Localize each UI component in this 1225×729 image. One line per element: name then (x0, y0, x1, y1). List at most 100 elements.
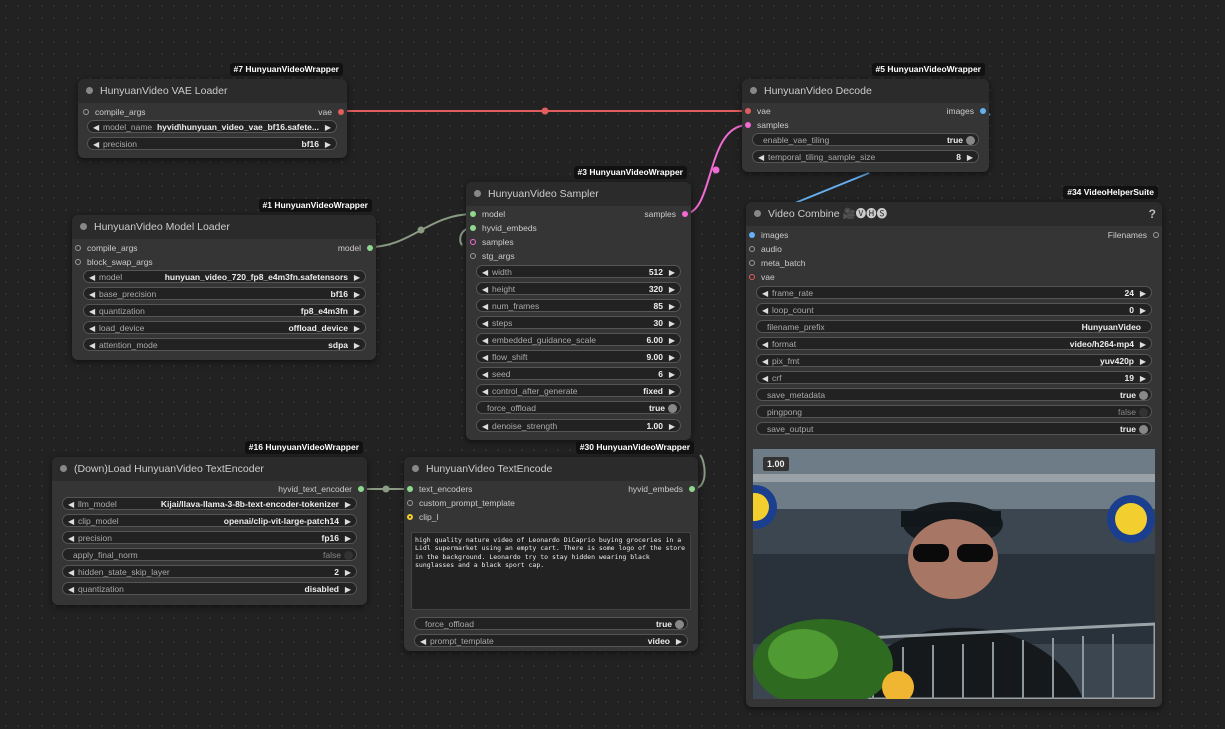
collapse-dot-icon[interactable] (412, 465, 419, 472)
increment-arrow-icon[interactable]: ▶ (1140, 304, 1146, 315)
collapse-dot-icon[interactable] (474, 190, 481, 197)
input-stg-args[interactable]: stg_args (470, 250, 515, 262)
increment-arrow-icon[interactable]: ▶ (669, 334, 675, 345)
input-slot-icon[interactable] (745, 122, 751, 128)
input-compile-args[interactable]: compile_args (75, 242, 138, 254)
decrement-arrow-icon[interactable]: ◀ (482, 385, 488, 396)
increment-arrow-icon[interactable]: ▶ (967, 151, 973, 162)
increment-arrow-icon[interactable]: ▶ (354, 339, 360, 350)
output-slot-icon[interactable] (689, 486, 695, 492)
toggle-knob-icon[interactable] (1139, 391, 1148, 400)
output-images[interactable]: images (947, 105, 986, 117)
increment-arrow-icon[interactable]: ▶ (669, 368, 675, 379)
widget-width[interactable]: ◀ width 512 ▶ (476, 265, 681, 278)
output-hyvid-text-encoder[interactable]: hyvid_text_encoder (278, 483, 364, 495)
decrement-arrow-icon[interactable]: ◀ (89, 305, 95, 316)
decrement-arrow-icon[interactable]: ◀ (762, 287, 768, 298)
increment-arrow-icon[interactable]: ▶ (669, 385, 675, 396)
decrement-arrow-icon[interactable]: ◀ (420, 635, 426, 646)
decrement-arrow-icon[interactable]: ◀ (762, 372, 768, 383)
widget-num-frames[interactable]: ◀ num_frames 85 ▶ (476, 299, 681, 312)
decrement-arrow-icon[interactable]: ◀ (482, 334, 488, 345)
node-text-encoder-loader[interactable]: #16 HunyuanVideoWrapper (Down)Load Hunyu… (52, 441, 367, 605)
decrement-arrow-icon[interactable]: ◀ (482, 266, 488, 277)
input-compile-args[interactable]: compile_args (83, 106, 146, 118)
input-model[interactable]: model (470, 208, 505, 220)
decrement-arrow-icon[interactable]: ◀ (482, 368, 488, 379)
collapse-dot-icon[interactable] (750, 87, 757, 94)
collapse-dot-icon[interactable] (60, 465, 67, 472)
decrement-arrow-icon[interactable]: ◀ (68, 532, 74, 543)
widget-denoise-strength[interactable]: ◀ denoise_strength 1.00 ▶ (476, 419, 681, 432)
input-slot-icon[interactable] (83, 109, 89, 115)
increment-arrow-icon[interactable]: ▶ (354, 322, 360, 333)
widget-temporal-tiling-sample-size[interactable]: ◀ temporal_tiling_sample_size 8 ▶ (752, 150, 979, 163)
collapse-dot-icon[interactable] (80, 223, 87, 230)
node-decode[interactable]: #5 HunyuanVideoWrapper HunyuanVideo Deco… (742, 63, 989, 172)
input-slot-icon[interactable] (407, 500, 413, 506)
increment-arrow-icon[interactable]: ▶ (345, 532, 351, 543)
decrement-arrow-icon[interactable]: ◀ (93, 121, 99, 132)
widget-control-after-generate[interactable]: ◀ control_after_generate fixed ▶ (476, 384, 681, 397)
decrement-arrow-icon[interactable]: ◀ (68, 566, 74, 577)
widget-load-device[interactable]: ◀ load_device offload_device ▶ (83, 321, 366, 334)
decrement-arrow-icon[interactable]: ◀ (89, 339, 95, 350)
prompt-textarea[interactable]: high quality nature video of Leonardo Di… (411, 532, 691, 610)
input-block-swap-args[interactable]: block_swap_args (75, 256, 153, 268)
input-slot-icon[interactable] (75, 245, 81, 251)
widget-attention-mode[interactable]: ◀ attention_mode sdpa ▶ (83, 338, 366, 351)
increment-arrow-icon[interactable]: ▶ (354, 271, 360, 282)
widget-save-metadata[interactable]: save_metadata true (756, 388, 1152, 401)
node-title[interactable]: (Down)Load HunyuanVideo TextEncoder (52, 457, 367, 481)
increment-arrow-icon[interactable]: ▶ (669, 266, 675, 277)
decrement-arrow-icon[interactable]: ◀ (762, 355, 768, 366)
output-slot-icon[interactable] (358, 486, 364, 492)
output-hyvid-embeds[interactable]: hyvid_embeds (628, 483, 695, 495)
video-preview[interactable]: 1.00 (753, 449, 1155, 699)
toggle-knob-icon[interactable] (344, 551, 353, 560)
output-slot-icon[interactable] (682, 211, 688, 217)
increment-arrow-icon[interactable]: ▶ (325, 121, 331, 132)
decrement-arrow-icon[interactable]: ◀ (758, 151, 764, 162)
input-vae[interactable]: vae (749, 271, 775, 283)
increment-arrow-icon[interactable]: ▶ (669, 300, 675, 311)
widget-model-name[interactable]: ◀ model_name hyvid\hunyuan_video_vae_bf16.… (87, 120, 337, 133)
input-slot-icon[interactable] (749, 246, 755, 252)
input-slot-icon[interactable] (470, 253, 476, 259)
help-icon[interactable]: ? (1149, 202, 1156, 226)
input-slot-icon[interactable] (470, 211, 476, 217)
widget-save-output[interactable]: save_output true (756, 422, 1152, 435)
input-vae[interactable]: vae (745, 105, 771, 117)
node-text-encode[interactable]: #30 HunyuanVideoWrapper HunyuanVideo Tex… (404, 441, 698, 651)
widget-format[interactable]: ◀ format video/h264-mp4 ▶ (756, 337, 1152, 350)
widget-frame-rate[interactable]: ◀ frame_rate 24 ▶ (756, 286, 1152, 299)
toggle-knob-icon[interactable] (668, 404, 677, 413)
decrement-arrow-icon[interactable]: ◀ (482, 300, 488, 311)
decrement-arrow-icon[interactable]: ◀ (68, 515, 74, 526)
input-slot-icon[interactable] (749, 274, 755, 280)
input-slot-icon[interactable] (470, 239, 476, 245)
widget-force-offload[interactable]: force_offload true (476, 401, 681, 414)
node-sampler[interactable]: #3 HunyuanVideoWrapper HunyuanVideo Samp… (466, 166, 691, 440)
input-slot-icon[interactable] (470, 225, 476, 231)
increment-arrow-icon[interactable]: ▶ (354, 305, 360, 316)
node-title[interactable]: HunyuanVideo Decode (742, 79, 989, 103)
node-title[interactable]: HunyuanVideo TextEncode (404, 457, 698, 481)
decrement-arrow-icon[interactable]: ◀ (482, 420, 488, 431)
collapse-dot-icon[interactable] (86, 87, 93, 94)
widget-quantization[interactable]: ◀ quantization disabled ▶ (62, 582, 357, 595)
input-meta-batch[interactable]: meta_batch (749, 257, 805, 269)
node-title[interactable]: HunyuanVideo VAE Loader (78, 79, 347, 103)
node-title[interactable]: Video Combine 🎥🅥🅗🅢? (746, 202, 1162, 226)
decrement-arrow-icon[interactable]: ◀ (482, 283, 488, 294)
decrement-arrow-icon[interactable]: ◀ (89, 322, 95, 333)
widget-pix-fmt[interactable]: ◀ pix_fmt yuv420p ▶ (756, 354, 1152, 367)
increment-arrow-icon[interactable]: ▶ (345, 583, 351, 594)
increment-arrow-icon[interactable]: ▶ (354, 288, 360, 299)
output-samples[interactable]: samples (644, 208, 688, 220)
decrement-arrow-icon[interactable]: ◀ (482, 317, 488, 328)
input-hyvid-embeds[interactable]: hyvid_embeds (470, 222, 537, 234)
widget-precision[interactable]: ◀ precision fp16 ▶ (62, 531, 357, 544)
increment-arrow-icon[interactable]: ▶ (1140, 338, 1146, 349)
input-samples[interactable]: samples (745, 119, 789, 131)
